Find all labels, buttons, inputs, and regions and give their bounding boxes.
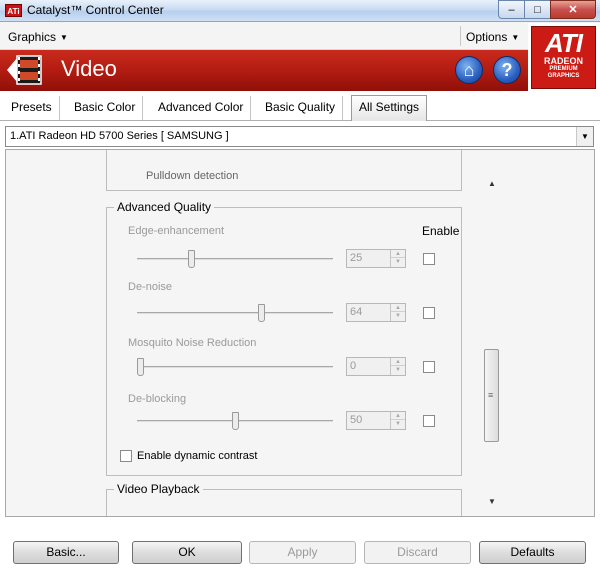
device-select-value: 1.ATI Radeon HD 5700 Series [ SAMSUNG ] [10,130,229,142]
stepper-down-icon[interactable]: ▼ [391,420,405,428]
minimize-button[interactable]: – [498,0,525,19]
scroll-up-icon[interactable]: ▲ [488,179,496,188]
menu-bar: Graphics ▼ Options ▼ [0,22,600,50]
chevron-down-icon: ▼ [60,33,68,42]
edge-enhancement-value: 25 [350,252,363,264]
tab-presets[interactable]: Presets [4,96,60,120]
menu-separator [460,26,461,46]
advanced-quality-group: Advanced Quality Enable Edge-enhancement… [106,200,462,476]
close-button[interactable]: ✕ [550,0,596,19]
grip-icon: ≡ [488,390,494,400]
ati-radeon-logo: ATI RADEON PREMIUM GRAPHICS [528,23,600,91]
basic-button[interactable]: Basic... [13,541,119,564]
stepper-buttons: ▲ ▼ [390,412,405,429]
mosquito-noise-reduction-label: Mosquito Noise Reduction [128,337,257,349]
advanced-quality-legend: Advanced Quality [114,200,215,214]
stepper-up-icon[interactable]: ▲ [391,412,405,420]
chevron-down-icon: ▼ [511,33,520,42]
mosquito-noise-reduction-slider-thumb[interactable] [137,358,144,376]
de-noise-stepper[interactable]: 64 ▲ ▼ [346,303,406,322]
edge-enhancement-slider[interactable] [137,250,333,268]
tab-advanced-color[interactable]: Advanced Color [151,96,252,120]
options-menu[interactable]: Options ▼ [466,30,519,44]
stepper-up-icon[interactable]: ▲ [391,304,405,312]
stepper-down-icon[interactable]: ▼ [391,312,405,320]
help-button[interactable]: ? [493,56,521,84]
scrollbar-thumb[interactable]: ≡ [484,349,499,442]
de-noise-slider[interactable] [137,304,333,322]
logo-badge: ATI RADEON PREMIUM GRAPHICS [531,26,596,89]
tab-basic-quality[interactable]: Basic Quality [258,96,344,120]
graphics-menu[interactable]: Graphics ▼ [8,30,68,44]
options-menu-label: Options [466,30,508,44]
home-icon: ⌂ [463,60,475,80]
home-button[interactable]: ⌂ [455,56,483,84]
de-blocking-slider-thumb[interactable] [232,412,239,430]
de-blocking-label: De-blocking [128,393,187,405]
pulldown-detection-label: Pulldown detection [146,170,239,179]
de-blocking-enable-checkbox[interactable] [423,415,435,427]
video-playback-legend: Video Playback [114,482,203,496]
de-blocking-value: 50 [350,414,363,426]
logo-tagline-2: GRAPHICS [547,73,580,79]
mosquito-noise-reduction-slider[interactable] [137,358,333,376]
mosquito-noise-reduction-enable-checkbox[interactable] [423,361,435,373]
mosquito-noise-reduction-value: 0 [350,360,357,372]
edge-enhancement-enable-checkbox[interactable] [423,253,435,265]
scroll-down-icon[interactable]: ▼ [488,497,496,506]
help-icon: ? [501,60,513,80]
page-title: Video [61,56,117,81]
settings-panel: Pulldown detection Advanced Quality Enab… [5,149,595,517]
dynamic-contrast-checkbox[interactable] [120,450,132,462]
enable-column-header: Enable [422,224,460,238]
discard-button[interactable]: Discard [364,541,471,564]
edge-enhancement-stepper[interactable]: 25 ▲ ▼ [346,249,406,268]
edge-enhancement-label: Edge-enhancement [128,225,225,237]
dynamic-contrast-label: Enable dynamic contrast [137,450,258,462]
stepper-buttons: ▲ ▼ [390,358,405,375]
ati-app-icon: ATi [5,4,22,17]
stepper-down-icon[interactable]: ▼ [391,366,405,374]
vertical-scrollbar[interactable]: ▲ ≡ ▼ [484,177,502,511]
maximize-button[interactable]: □ [524,0,551,19]
de-blocking-stepper[interactable]: 50 ▲ ▼ [346,411,406,430]
stepper-up-icon[interactable]: ▲ [391,358,405,366]
stepper-up-icon[interactable]: ▲ [391,250,405,258]
logo-product: RADEON [543,56,583,66]
logo-tagline-1: PREMIUM [549,66,578,72]
de-noise-value: 64 [350,306,363,318]
page-banner: Video ⌂ ? [0,50,528,91]
tab-basic-color[interactable]: Basic Color [67,96,144,120]
settings-tabs: Presets Basic Color Advanced Color Basic… [0,93,600,121]
de-noise-label: De-noise [128,281,173,293]
window-controls: – □ ✕ [498,0,596,19]
de-blocking-slider[interactable] [137,412,333,430]
video-film-icon [7,55,42,85]
de-noise-slider-thumb[interactable] [258,304,265,322]
device-select[interactable]: 1.ATI Radeon HD 5700 Series [ SAMSUNG ] … [5,126,594,147]
apply-button[interactable]: Apply [249,541,356,564]
tab-all-settings[interactable]: All Settings [351,95,428,121]
chevron-down-icon[interactable]: ▼ [576,127,593,146]
stepper-down-icon[interactable]: ▼ [391,258,405,266]
logo-brand: ATI [545,28,583,58]
ok-button[interactable]: OK [132,541,242,564]
video-playback-group: Video Playback [106,482,462,516]
edge-enhancement-slider-thumb[interactable] [188,250,195,268]
mosquito-noise-reduction-stepper[interactable]: 0 ▲ ▼ [346,357,406,376]
defaults-button[interactable]: Defaults [479,541,586,564]
graphics-menu-label: Graphics [8,30,57,44]
dialog-button-bar: Basic... OK Apply Discard Defaults [0,532,600,577]
window-title: Catalyst™ Control Center [27,3,164,17]
stepper-buttons: ▲ ▼ [390,304,405,321]
stepper-buttons: ▲ ▼ [390,250,405,267]
de-noise-enable-checkbox[interactable] [423,307,435,319]
window-titlebar: ATi Catalyst™ Control Center – □ ✕ [0,0,600,22]
